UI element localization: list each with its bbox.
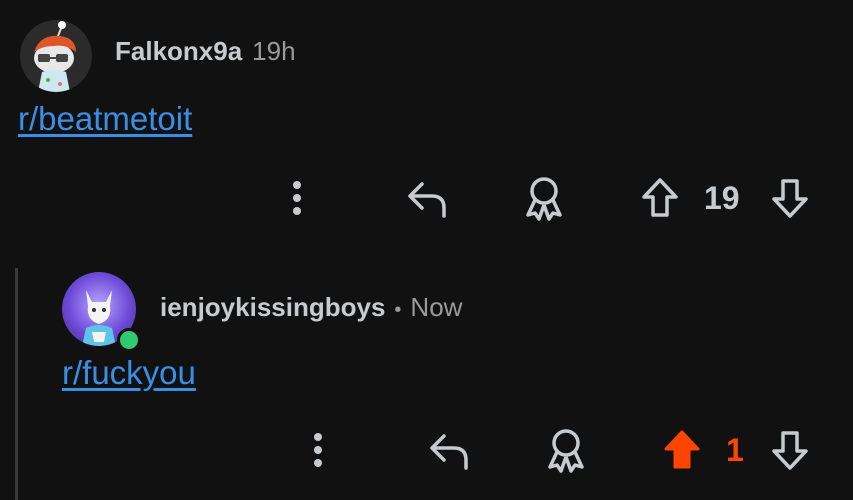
username[interactable]: ienjoykissingboys: [160, 292, 385, 323]
award-button[interactable]: [520, 174, 568, 222]
online-indicator: [117, 328, 141, 352]
username[interactable]: Falkonx9a: [115, 36, 242, 67]
upvote-button[interactable]: [638, 174, 682, 222]
arrow-up-icon: [664, 430, 700, 469]
separator-dot: •: [394, 299, 402, 321]
timestamp: Now: [410, 292, 463, 322]
snoo-avatar-icon: [20, 20, 92, 92]
vote-count: 19: [704, 180, 740, 216]
reply-button[interactable]: [424, 428, 472, 472]
downvote-button[interactable]: [768, 174, 812, 222]
upvote-button-active[interactable]: [660, 426, 704, 474]
more-vertical-icon: [314, 433, 322, 467]
more-options-button[interactable]: [303, 428, 333, 472]
arrow-down-icon: [772, 179, 808, 218]
award-icon: [548, 429, 584, 473]
arrow-up-icon: [642, 178, 678, 217]
more-vertical-icon: [293, 181, 301, 215]
downvote-button[interactable]: [768, 426, 812, 474]
reply-arrow-icon: [430, 434, 468, 470]
reply-arrow-icon: [408, 182, 446, 218]
arrow-down-icon: [772, 431, 808, 470]
timestamp: 19h: [252, 36, 296, 66]
subreddit-link[interactable]: r/beatmetoit: [18, 100, 192, 138]
more-options-button[interactable]: [282, 176, 312, 220]
reply-button[interactable]: [402, 176, 450, 220]
thread-line[interactable]: [15, 268, 18, 500]
comment-header: Falkonx9a 19h: [115, 36, 296, 67]
vote-count: 1: [726, 432, 744, 468]
award-button[interactable]: [542, 426, 590, 474]
avatar[interactable]: [20, 20, 92, 92]
subreddit-link[interactable]: r/fuckyou: [62, 354, 196, 392]
award-icon: [526, 177, 562, 221]
comment-header: ienjoykissingboys • Now: [160, 292, 462, 323]
